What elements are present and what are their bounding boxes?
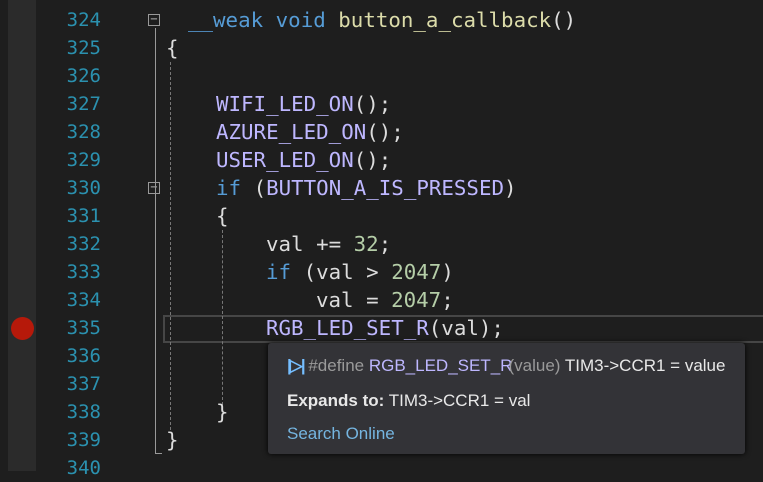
fold-guide [155, 28, 156, 454]
line-number: 336 [66, 345, 101, 367]
code-line-334[interactable]: val = 2047; [316, 286, 454, 314]
macro-icon: |▷| [287, 356, 306, 375]
line-number: 326 [66, 65, 101, 87]
code-line-325[interactable]: { [166, 34, 179, 62]
macro-quickinfo-tooltip: |▷| #define RGB_LED_SET_R(value) TIM3->C… [268, 343, 745, 454]
indent-guide [170, 62, 171, 430]
breakpoint-margin[interactable] [8, 0, 36, 471]
search-online-link[interactable]: Search Online [287, 424, 395, 444]
code-line-330[interactable]: if (BUTTON_A_IS_PRESSED) [216, 174, 517, 202]
code-line-335[interactable]: RGB_LED_SET_R(val); [266, 314, 504, 342]
code-line-332[interactable]: val += 32; [266, 230, 391, 258]
code-line-338[interactable]: } [216, 398, 229, 426]
line-number: 328 [66, 121, 101, 143]
code-line-333[interactable]: if (val > 2047) [266, 258, 454, 286]
macro-definition: |▷| #define RGB_LED_SET_R(value) TIM3->C… [287, 356, 726, 375]
line-number: 327 [66, 93, 101, 115]
line-number: 334 [66, 289, 101, 311]
line-number: 324 [66, 9, 101, 31]
collapse-icon[interactable]: − [148, 14, 160, 26]
line-number: 329 [66, 149, 101, 171]
line-number: 335 [66, 317, 101, 339]
collapse-icon[interactable]: − [148, 182, 160, 194]
line-number: 340 [66, 457, 101, 479]
line-number: 337 [66, 373, 101, 395]
line-number: 333 [66, 261, 101, 283]
code-line-327[interactable]: WIFI_LED_ON(); [216, 90, 391, 118]
line-number: 338 [66, 401, 101, 423]
indent-guide [222, 230, 223, 405]
code-line-328[interactable]: AZURE_LED_ON(); [216, 118, 404, 146]
fold-guide-end [155, 453, 162, 454]
code-line-329[interactable]: USER_LED_ON(); [216, 146, 391, 174]
line-number: 332 [66, 233, 101, 255]
line-number: 339 [66, 429, 101, 451]
code-line-339[interactable]: } [166, 426, 179, 454]
code-line-331[interactable]: { [216, 202, 229, 230]
line-number: 331 [66, 205, 101, 227]
line-number: 325 [66, 37, 101, 59]
code-line-324[interactable]: __weak void button_a_callback() [188, 6, 576, 34]
breakpoint-icon[interactable] [11, 317, 34, 340]
line-number: 330 [66, 177, 101, 199]
expands-to: Expands to: TIM3->CCR1 = val [287, 391, 531, 410]
